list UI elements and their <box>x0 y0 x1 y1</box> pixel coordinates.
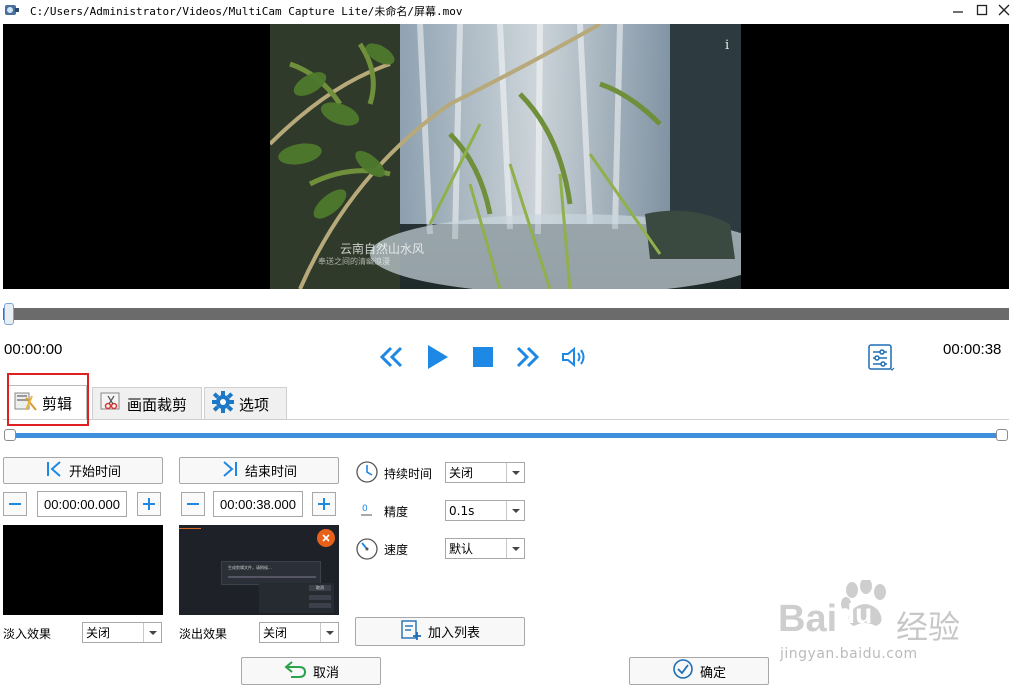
fast-forward-icon[interactable] <box>513 342 543 372</box>
watermark-brand: Bai <box>778 598 838 640</box>
preview-close-icon <box>317 529 335 547</box>
baidu-watermark: Bai du 经验 jingyan.baidu.com <box>778 578 1010 668</box>
set-end-time-label: 结束时间 <box>244 465 297 480</box>
tab-divider <box>3 419 1009 420</box>
add-list-icon <box>400 619 422 645</box>
start-decrement-button[interactable] <box>3 492 27 516</box>
end-marker-icon <box>221 460 239 482</box>
add-to-list-button[interactable]: 加入列表 <box>355 617 525 646</box>
precision-select[interactable]: 0.1s <box>445 500 525 521</box>
watermark-brand-suffix: du <box>838 598 873 629</box>
svg-text:0: 0 <box>362 504 368 514</box>
preview-field <box>309 595 331 600</box>
precision-icon: 0 <box>359 501 375 519</box>
speed-value: 默认 <box>449 542 474 556</box>
speedometer-icon <box>354 536 380 562</box>
speed-label: 速度 <box>384 543 409 557</box>
ok-button[interactable]: 确定 <box>629 657 769 685</box>
video-player[interactable]: 云南自然山水风 奉送之间的清幽浪漫 i <box>3 24 1009 289</box>
cancel-label: 取消 <box>312 665 339 681</box>
watermark-url: jingyan.baidu.com <box>780 646 918 662</box>
trim-range-start-handle[interactable] <box>4 429 16 441</box>
end-increment-button[interactable] <box>312 492 336 516</box>
chevron-down-icon <box>506 539 524 558</box>
end-time-input[interactable]: 00:00:38.000 <box>213 491 303 517</box>
preview-field <box>309 603 331 608</box>
preview-dialog-text: 生成剪辑文件，请稍候... <box>228 565 272 570</box>
fade-out-value: 关闭 <box>263 626 288 640</box>
duration-select[interactable]: 关闭 <box>445 462 525 483</box>
chevron-down-icon <box>506 501 524 520</box>
seek-handle[interactable] <box>4 303 14 325</box>
undo-arrow-icon <box>283 659 307 683</box>
play-icon[interactable] <box>422 342 452 372</box>
preview-tab-mark <box>179 525 201 529</box>
start-marker-icon <box>45 460 63 482</box>
close-icon[interactable] <box>990 0 1014 20</box>
precision-value: 0.1s <box>449 503 475 518</box>
fade-in-label: 淡入效果 <box>3 627 52 641</box>
duration-label: 持续时间 <box>384 467 433 481</box>
tab-options-label: 选项 <box>239 395 270 414</box>
tab-crop-label: 画面裁剪 <box>127 395 188 414</box>
chevron-down-icon <box>143 623 161 642</box>
stop-icon[interactable] <box>468 342 498 372</box>
set-end-time-button[interactable]: 结束时间 <box>179 457 339 484</box>
tab-options[interactable]: 选项 <box>204 387 287 420</box>
preview-cancel: 取消 <box>309 585 331 591</box>
video-info-icon: i <box>725 38 730 53</box>
clock-icon <box>355 460 379 484</box>
tab-crop[interactable]: 画面裁剪 <box>92 387 202 420</box>
set-start-time-label: 开始时间 <box>68 465 121 480</box>
seek-bar[interactable] <box>3 308 1009 320</box>
end-decrement-button[interactable] <box>181 492 205 516</box>
video-frame: 云南自然山水风 奉送之间的清幽浪漫 i <box>270 24 741 289</box>
start-increment-button[interactable] <box>137 492 161 516</box>
trim-range-track[interactable] <box>8 433 1004 438</box>
app-icon <box>4 2 19 16</box>
window-title: C:/Users/Administrator/Videos/MultiCam C… <box>30 5 463 18</box>
add-to-list-label: 加入列表 <box>427 626 480 641</box>
cancel-button[interactable]: 取消 <box>241 657 381 685</box>
gear-icon <box>211 390 235 418</box>
ok-label: 确定 <box>699 665 726 681</box>
volume-icon[interactable] <box>560 342 590 372</box>
equalizer-settings-icon[interactable] <box>866 343 896 373</box>
fade-in-select[interactable]: 关闭 <box>82 622 162 643</box>
set-start-time-button[interactable]: 开始时间 <box>3 457 163 484</box>
title-bar: C:/Users/Administrator/Videos/MultiCam C… <box>0 0 1014 22</box>
fade-in-value: 关闭 <box>86 626 111 640</box>
start-frame-preview <box>3 525 163 615</box>
check-circle-icon <box>672 658 694 684</box>
chevron-down-icon <box>506 463 524 482</box>
rewind-icon[interactable] <box>376 342 406 372</box>
video-caption: 云南自然山水风 <box>340 242 425 256</box>
fade-out-label: 淡出效果 <box>179 627 228 641</box>
fade-out-select[interactable]: 关闭 <box>259 622 339 643</box>
preview-panel: 取消 <box>259 583 334 613</box>
current-time: 00:00:00 <box>4 341 63 358</box>
preview-progress <box>228 576 316 578</box>
speed-select[interactable]: 默认 <box>445 538 525 559</box>
highlight-box <box>7 373 89 426</box>
watermark-cn: 经验 <box>896 608 961 646</box>
chevron-down-icon <box>320 623 338 642</box>
start-time-input[interactable]: 00:00:00.000 <box>37 491 127 517</box>
crop-scissors-icon <box>99 391 123 417</box>
total-time: 00:00:38 <box>943 341 1002 358</box>
preview-dialog: 生成剪辑文件，请稍候... <box>221 561 321 585</box>
trim-range-end-handle[interactable] <box>996 429 1008 441</box>
precision-label: 精度 <box>384 505 409 519</box>
video-subcaption: 奉送之间的清幽浪漫 <box>318 257 390 266</box>
duration-value: 关闭 <box>449 466 474 480</box>
end-frame-preview: 生成剪辑文件，请稍候... 取消 <box>179 525 339 615</box>
